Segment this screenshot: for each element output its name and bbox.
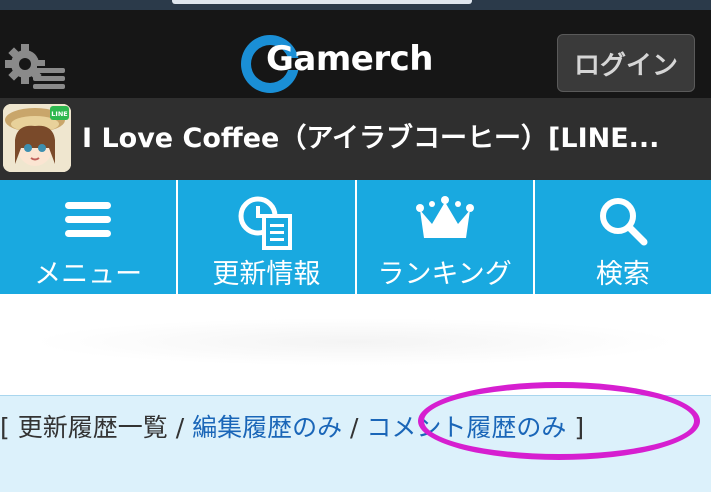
- coffee-girl-avatar-icon: LINE: [3, 104, 71, 172]
- blank-content-area: [30, 318, 680, 366]
- svg-text:LINE: LINE: [51, 110, 67, 118]
- open-bracket: [: [0, 413, 10, 442]
- logo-text: Gamerch: [266, 39, 433, 79]
- update-clock-doc-icon: [238, 196, 293, 250]
- app-thumbnail[interactable]: LINE: [3, 104, 71, 172]
- main-nav: メニュー 更新情報 ランキング 検索: [0, 180, 711, 294]
- close-bracket: ]: [574, 413, 585, 442]
- search-icon: [599, 198, 648, 246]
- menu-icon: [65, 202, 112, 237]
- history-filter-bar: [ 更新履歴一覧 / 編集履歴のみ / コメント履歴のみ ]: [0, 395, 711, 492]
- browser-top-strip: [0, 0, 711, 10]
- history-all-label: 更新履歴一覧: [17, 413, 168, 442]
- nav-updates-label: 更新情報: [212, 259, 321, 290]
- nav-menu[interactable]: メニュー: [0, 180, 177, 294]
- nav-ranking[interactable]: ランキング: [356, 180, 533, 294]
- comment-history-link[interactable]: コメント履歴のみ: [366, 413, 566, 442]
- nav-menu-label: メニュー: [34, 259, 143, 290]
- separator: /: [175, 413, 193, 442]
- nav-updates[interactable]: 更新情報: [178, 180, 355, 294]
- crown-icon: [415, 196, 474, 238]
- login-button[interactable]: ログイン: [557, 34, 695, 92]
- separator: /: [350, 413, 367, 442]
- gamerch-logo[interactable]: Gamerch: [238, 32, 468, 96]
- site-header: Gamerch ログイン: [0, 10, 711, 98]
- edit-history-link[interactable]: 編集履歴のみ: [192, 413, 342, 442]
- history-links: [ 更新履歴一覧 / 編集履歴のみ / コメント履歴のみ ]: [0, 408, 584, 444]
- nav-search-label: 検索: [595, 259, 650, 290]
- gear-menu-icon[interactable]: [3, 40, 67, 92]
- page-title: I Love Coffee（アイラブコーヒー）[LINE...: [82, 123, 660, 154]
- nav-ranking-label: ランキング: [377, 259, 512, 290]
- address-bar-edge: [172, 0, 472, 4]
- nav-search[interactable]: 検索: [534, 180, 711, 294]
- page-title-bar: LINE I Love Coffee（アイラブコーヒー）[LINE...: [0, 98, 711, 180]
